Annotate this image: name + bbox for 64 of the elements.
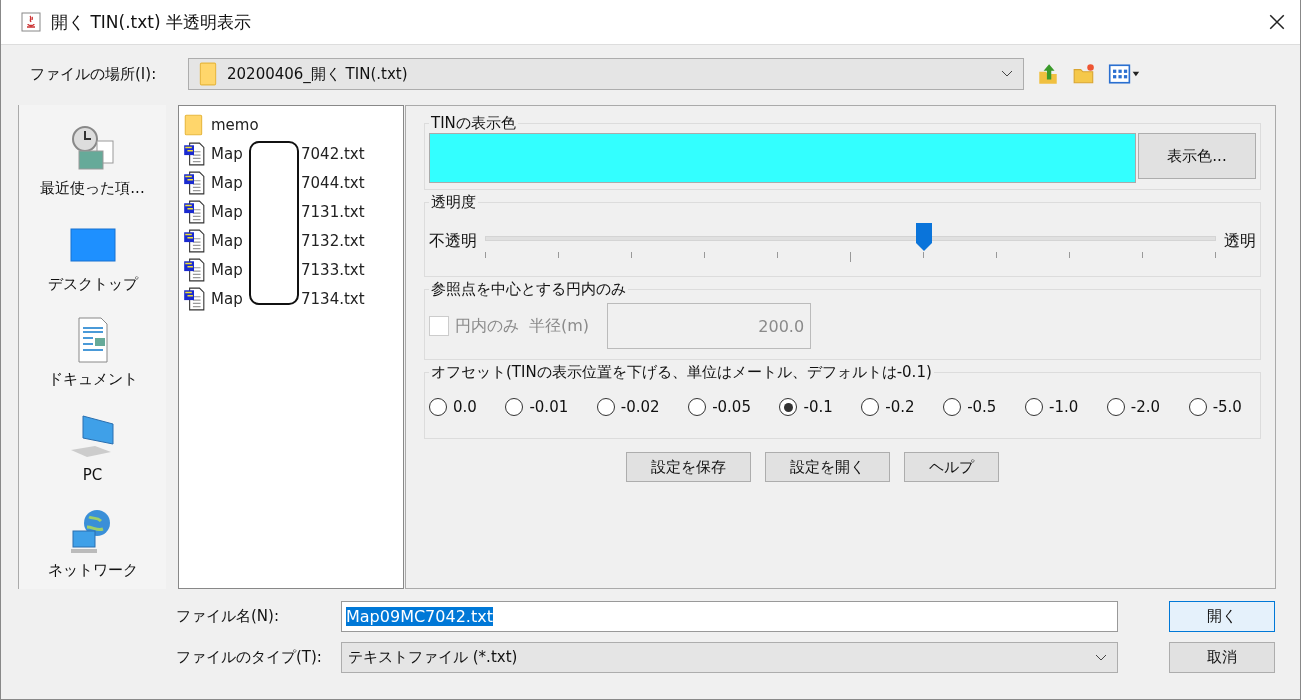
offset-radio[interactable]: -0.2 [861,398,915,416]
settings-button[interactable]: 設定を保存 [626,452,751,482]
file-name[interactable]: Map [211,289,247,308]
location-dropdown[interactable]: 20200406_開く TIN(.txt) [188,58,1024,90]
place-label[interactable]: 最近使った項... [40,179,145,198]
file-name-label: ファイル名(N): [175,607,280,626]
offset-radio[interactable]: -2.0 [1106,398,1161,416]
file-name[interactable]: memo [211,115,259,134]
folder-icon [183,112,205,137]
file-icon [183,141,205,166]
open-button[interactable]: 開く [1169,601,1275,632]
file-name-end[interactable]: 7134.txt [301,289,365,308]
file-name-end[interactable]: 7132.txt [301,231,365,250]
settings-button[interactable]: 設定を開く [765,452,890,482]
chevron-down-icon [1095,653,1107,662]
cancel-button[interactable]: 取消 [1169,642,1275,673]
file-type-label: ファイルのタイプ(T): [175,648,323,667]
file-name[interactable]: Map [211,202,247,221]
offset-radio[interactable]: -1.0 [1024,398,1079,416]
place-label[interactable]: デスクトップ [47,274,138,294]
offset-radio[interactable]: -5.0 [1188,398,1242,416]
file-name[interactable]: Map [211,260,247,279]
file-icon [183,257,205,282]
place-label[interactable]: PC [82,465,103,484]
new-folder-icon[interactable] [1072,62,1096,86]
location-label: ファイルの場所(I): [30,64,158,84]
offset-radio[interactable]: 0.0 [429,398,477,416]
place-label[interactable]: ネットワーク [47,561,138,581]
file-icon [183,228,205,253]
offset-radio[interactable]: -0.5 [943,398,997,416]
file-icon [183,170,205,195]
file-name[interactable]: Map [211,173,247,192]
window-title: 開く TIN(.txt) 半透明表示 [51,10,252,34]
offset-radio[interactable]: -0.01 [505,398,569,416]
file-name-field[interactable]: Map09MC7042.txt [341,601,1118,632]
java-app-icon [21,12,41,32]
file-name-end[interactable]: 7042.txt [301,144,365,163]
slider-max-label: 透明 [1224,230,1256,252]
file-name-end[interactable]: 7044.txt [301,173,365,192]
group-title: 透明度 [430,193,477,212]
file-name-end[interactable]: 7133.txt [301,260,365,279]
color-button[interactable]: 表示色... [1138,133,1256,179]
file-type-dropdown[interactable]: テキストファイル (*.txt) [341,642,1118,673]
file-name[interactable]: Map [211,144,247,163]
settings-button[interactable]: ヘルプ [904,452,999,482]
chevron-down-icon [1001,70,1013,78]
radius-label: 半径(m) [529,315,590,337]
place-label[interactable]: ドキュメント [47,370,138,390]
offset-radio[interactable]: -0.02 [596,398,660,416]
file-name[interactable]: Map [211,231,247,250]
offset-radio[interactable]: -0.1 [779,398,833,416]
file-name-end[interactable]: 7131.txt [301,202,365,221]
close-icon[interactable] [1268,13,1286,31]
file-icon [183,286,205,311]
group-title: オフセット(TINの表示位置を下げる、単位はメートル、デフォルトは-0.1) [430,363,933,382]
file-icon [183,199,205,224]
view-menu-icon[interactable] [1108,62,1142,86]
up-folder-icon[interactable] [1036,62,1060,86]
slider-thumb[interactable] [914,222,933,252]
folder-icon [199,62,217,86]
group-title: TINの表示色 [430,114,517,133]
slider-min-label: 不透明 [429,230,477,252]
group-title: 参照点を中心とする円内のみ [430,280,627,299]
offset-radio[interactable]: -0.05 [688,398,751,416]
